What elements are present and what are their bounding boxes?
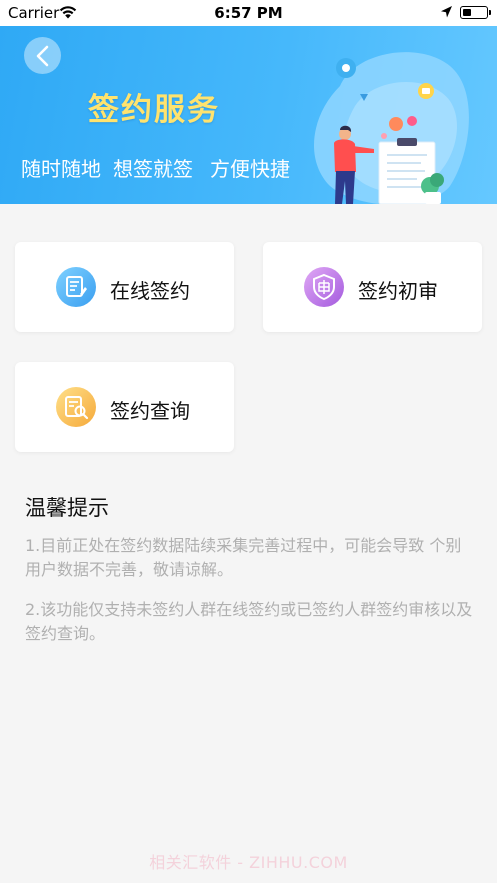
watermark: 相关汇软件 - ZIHHU.COM — [149, 853, 348, 872]
signing-query-label: 签约查询 — [110, 399, 190, 423]
signing-query-card[interactable]: 签约查询 — [15, 362, 234, 452]
document-search-icon — [56, 387, 96, 427]
slogan-2: 想签就签 — [113, 157, 193, 181]
location-arrow-icon — [441, 6, 452, 18]
signing-review-card[interactable]: 签约初审 — [263, 242, 482, 332]
slogan-1: 随时随地 — [21, 157, 101, 181]
online-signing-card[interactable]: 在线签约 — [15, 242, 234, 332]
shield-review-icon — [304, 267, 344, 307]
chevron-left-icon — [36, 45, 49, 67]
back-button[interactable] — [24, 37, 61, 74]
banner-title: 签约服务 — [88, 92, 220, 128]
battery-icon — [460, 6, 488, 19]
tip-item-2: 2.该功能仅支持未签约人群在线签约或已签约人群签约审核以及签约查询。 — [25, 600, 473, 643]
battery-level — [462, 8, 471, 16]
signing-review-label: 签约初审 — [358, 279, 438, 303]
slogan-3: 方便快捷 — [210, 157, 290, 181]
document-edit-icon — [56, 267, 96, 307]
header-banner: 签约服务 随时随地 想签就签 方便快捷 — [0, 26, 497, 204]
status-bar: Carrier 6:57 PM — [0, 0, 497, 26]
tips-title: 温馨提示 — [25, 496, 109, 520]
signing-illustration — [314, 52, 469, 204]
online-signing-label: 在线签约 — [110, 279, 190, 303]
tip-item-1: 1.目前正处在签约数据陆续采集完善过程中，可能会导致 个别用户数据不完善，敬请谅… — [25, 536, 462, 579]
battery-cap — [489, 10, 491, 15]
clock: 6:57 PM — [214, 4, 283, 22]
